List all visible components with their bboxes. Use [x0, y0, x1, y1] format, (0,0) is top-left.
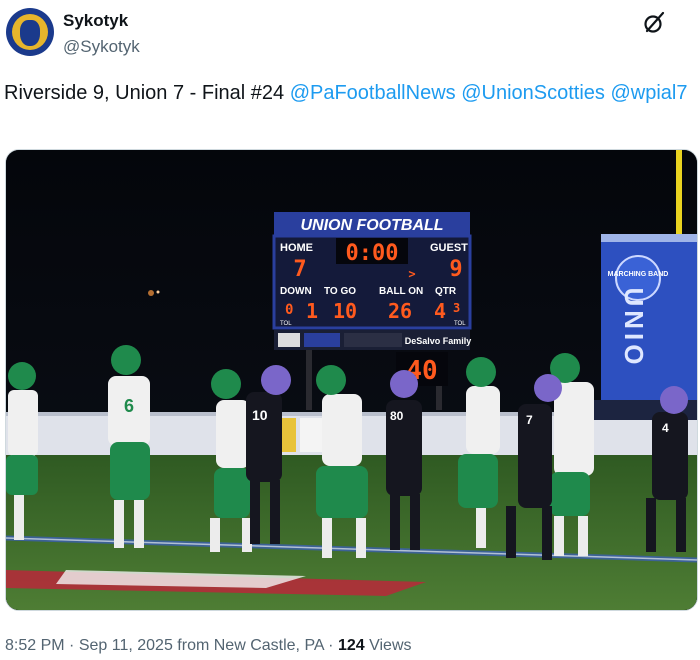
home-timeouts: 0 — [285, 302, 293, 318]
svg-text:TOL: TOL — [454, 321, 466, 327]
views-label: Views — [369, 637, 412, 654]
mention-unionscotties[interactable]: @UnionScotties — [461, 82, 605, 104]
svg-text:4: 4 — [662, 421, 669, 435]
user-handle[interactable]: @Sykotyk — [63, 37, 140, 57]
svg-text:MARCHING BAND: MARCHING BAND — [608, 271, 669, 278]
tweet-body: Riverside 9, Union 7 - Final #24 — [4, 82, 285, 104]
mention-wpial7[interactable]: @wpial7 — [610, 82, 687, 104]
svg-text:10: 10 — [252, 407, 268, 423]
views-count: 124 — [337, 637, 365, 654]
svg-text:TOL: TOL — [280, 321, 292, 327]
quarter-value: 4 — [434, 299, 446, 323]
svg-text:BALL ON: BALL ON — [379, 286, 423, 297]
helmet-logo-icon — [20, 20, 40, 46]
avatar[interactable] — [6, 8, 54, 56]
home-score: 7 — [293, 257, 306, 282]
togo-value: 10 — [333, 299, 357, 323]
tweet-photo[interactable]: MARCHING BAND UNIO UNION FOOTBALL HOME G… — [5, 149, 698, 611]
game-clock: 0:00 — [346, 241, 399, 266]
post-date[interactable]: Sep 11, 2025 — [79, 637, 173, 654]
post-time[interactable]: 8:52 PM — [5, 637, 65, 654]
svg-text:TO GO: TO GO — [324, 286, 356, 297]
ballon-value: 26 — [388, 299, 412, 323]
guest-score: 9 — [449, 257, 462, 282]
svg-text:HOME: HOME — [280, 242, 313, 254]
tweet-text: Riverside 9, Union 7 - Final #24 @PaFoot… — [4, 79, 694, 107]
svg-text:7: 7 — [526, 413, 533, 427]
svg-text:>: > — [408, 267, 415, 281]
post-location: from New Castle, PA — [177, 637, 324, 654]
sponsor-text: DeSalvo Family — [405, 336, 472, 346]
svg-text:DOWN: DOWN — [280, 286, 312, 297]
guest-timeouts: 3 — [453, 301, 460, 315]
svg-text:6: 6 — [124, 396, 134, 416]
svg-text:QTR: QTR — [435, 286, 457, 297]
scoreboard-header: UNION FOOTBALL — [300, 217, 443, 234]
down-value: 1 — [306, 299, 318, 323]
grok-icon[interactable] — [640, 10, 668, 36]
tweet-meta: 8:52 PM · Sep 11, 2025 from New Castle, … — [5, 637, 412, 654]
display-name[interactable]: Sykotyk — [63, 11, 128, 31]
marching-band-banner: MARCHING BAND UNIO — [601, 234, 697, 404]
svg-text:GUEST: GUEST — [430, 242, 468, 254]
svg-text:UNIO: UNIO — [619, 288, 649, 369]
mention-pafootballnews[interactable]: @PaFootballNews — [290, 82, 456, 104]
svg-text:80: 80 — [390, 409, 404, 423]
